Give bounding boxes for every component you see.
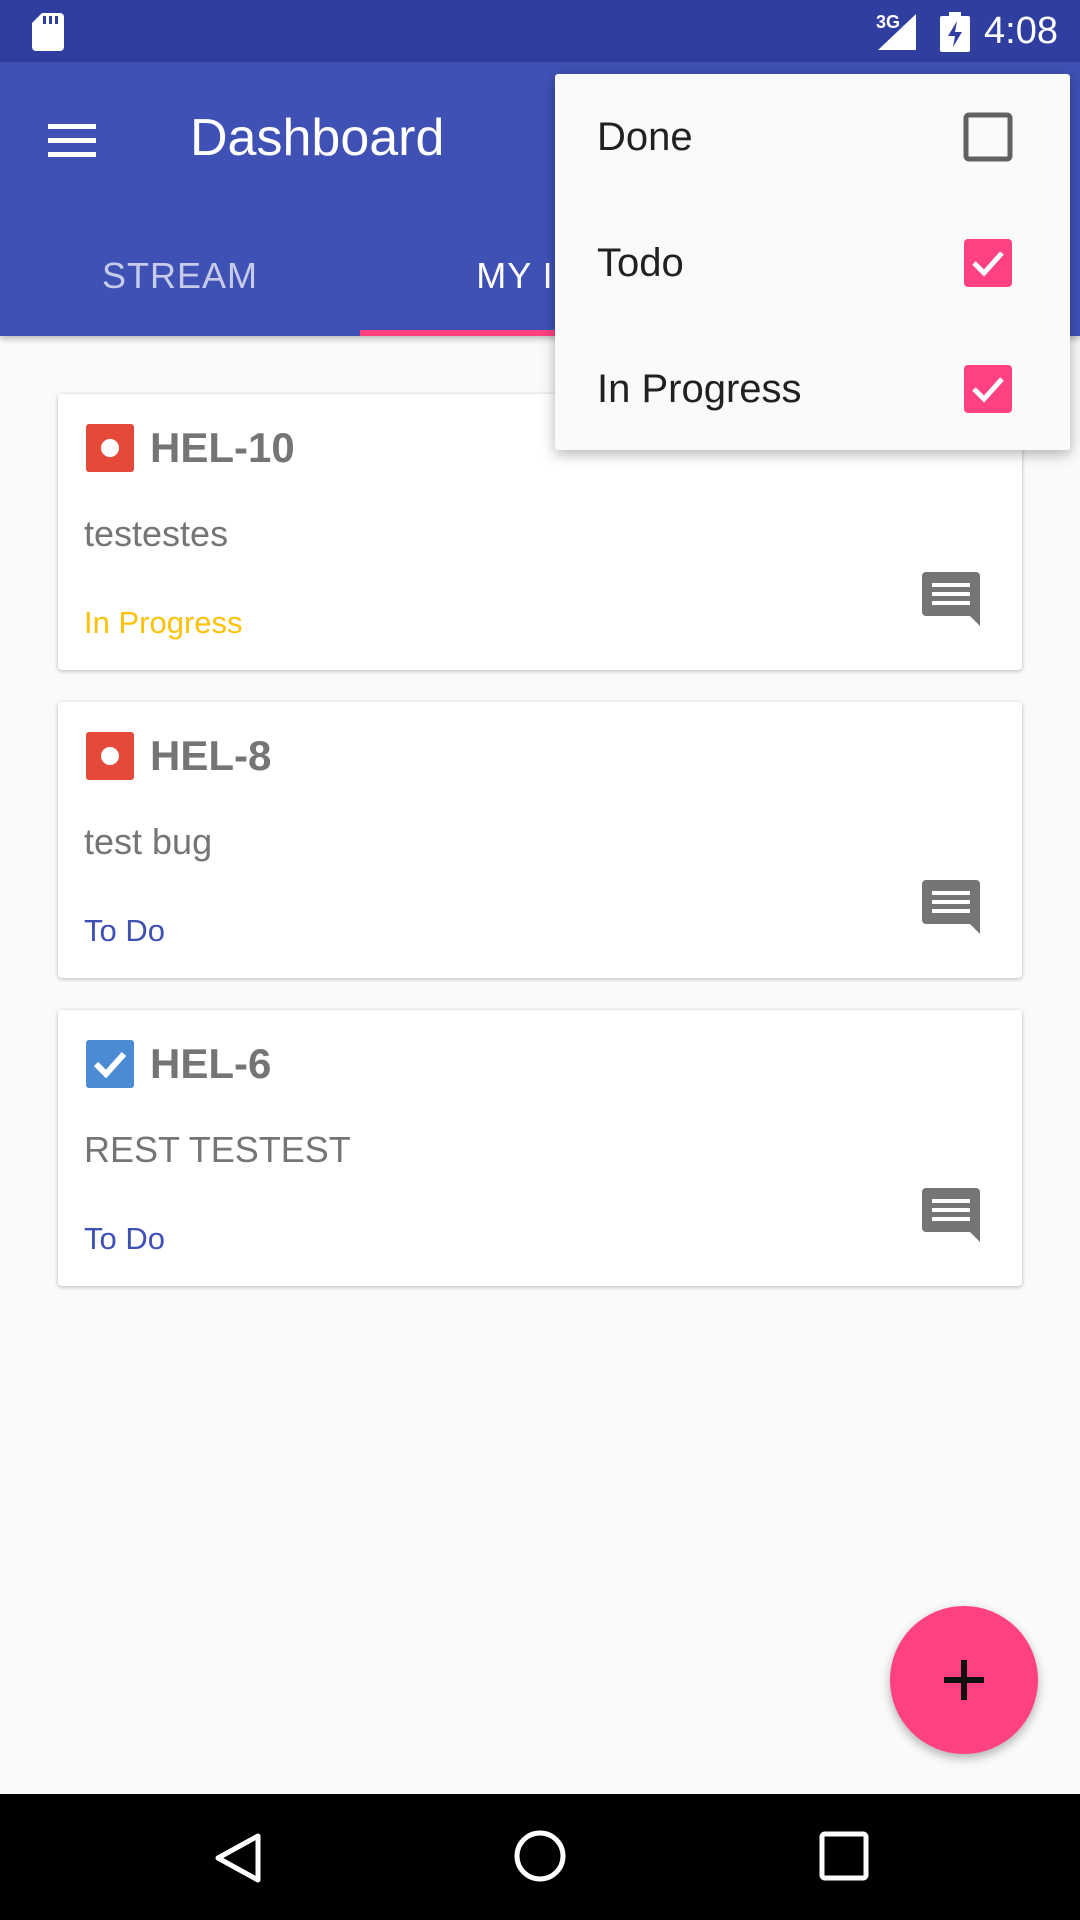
issue-summary: test bug [84,821,213,862]
clock: 4:08 [984,10,1058,52]
issue-summary: testestes [84,513,229,554]
issue-status: To Do [84,1221,165,1256]
recents-icon[interactable] [818,1830,870,1882]
home-icon[interactable] [512,1828,568,1884]
filter-menu: Done Todo In Progress [555,74,1070,450]
add-issue-button[interactable] [890,1606,1038,1754]
issue-summary: REST TESTEST [84,1129,351,1170]
issue-key: HEL-10 [150,424,295,471]
task-icon [86,1040,134,1088]
navigation-bar [0,1794,1080,1920]
signal-icon [878,14,916,50]
checkbox-unchecked[interactable] [963,112,1013,162]
comment-icon[interactable] [922,1188,980,1242]
checkbox-checked[interactable] [963,238,1013,288]
page-title: Dashboard [190,109,445,167]
comment-icon[interactable] [922,572,980,626]
issue-card[interactable]: HEL-6 REST TESTEST To Do [58,1010,1022,1286]
back-icon[interactable] [210,1830,266,1886]
bug-icon [86,732,134,780]
menu-item-in-progress[interactable]: In Progress [555,326,1070,452]
menu-item-done[interactable]: Done [555,74,1070,200]
battery-charging-icon [940,12,970,52]
issue-status: In Progress [84,605,243,640]
menu-item-label: Todo [597,241,684,285]
plus-icon [944,1660,984,1700]
comment-icon[interactable] [922,880,980,934]
menu-item-label: Done [597,115,693,159]
checkbox-checked[interactable] [963,364,1013,414]
issue-key: HEL-8 [150,732,272,779]
menu-item-label: In Progress [597,367,802,411]
issue-card[interactable]: HEL-8 test bug To Do [58,702,1022,978]
menu-item-todo[interactable]: Todo [555,200,1070,326]
issue-status: To Do [84,913,165,948]
hamburger-menu-icon[interactable] [46,118,98,162]
status-bar: 3G 4:08 [0,0,1080,62]
tab-stream[interactable]: STREAM [0,240,360,336]
sd-card-icon [32,13,64,51]
issue-key: HEL-6 [150,1040,272,1087]
bug-icon [86,424,134,472]
